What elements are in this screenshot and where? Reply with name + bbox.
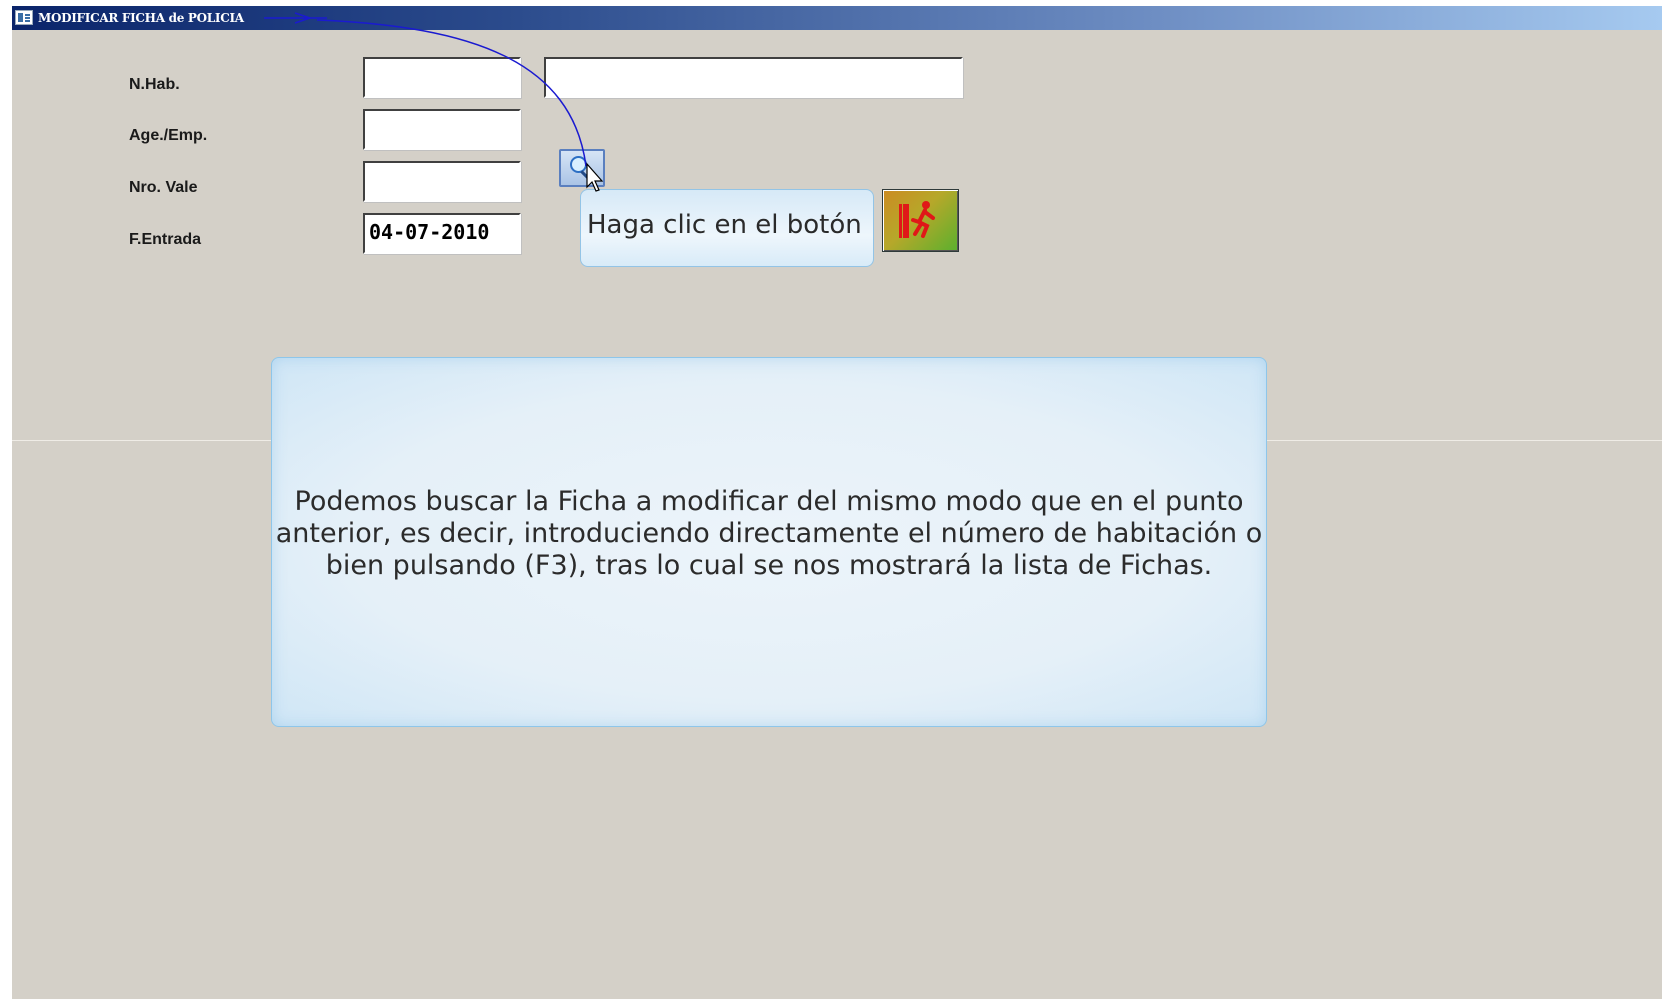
exit-door-icon xyxy=(899,201,935,238)
info-text: Podemos buscar la Ficha a modificar del … xyxy=(272,486,1266,582)
app-window: MODIFICAR FICHA de POLICIA N.Hab. Age./E… xyxy=(12,6,1662,999)
mouse-pointer-icon xyxy=(586,162,604,192)
tutorial-pointer-arrow xyxy=(264,12,604,192)
exit-button[interactable] xyxy=(882,189,959,252)
entry-date-label: F.Entrada xyxy=(129,231,202,248)
info-line: Podemos buscar la Ficha a modificar del … xyxy=(294,486,1244,517)
info-line: anterior, es decir, introduciendo direct… xyxy=(275,518,1263,549)
info-line: bien pulsando (F3), tras lo cual se nos … xyxy=(325,550,1213,581)
info-panel: Podemos buscar la Ficha a modificar del … xyxy=(271,357,1267,727)
entry-date-input[interactable]: 04-07-2010 xyxy=(363,213,521,254)
